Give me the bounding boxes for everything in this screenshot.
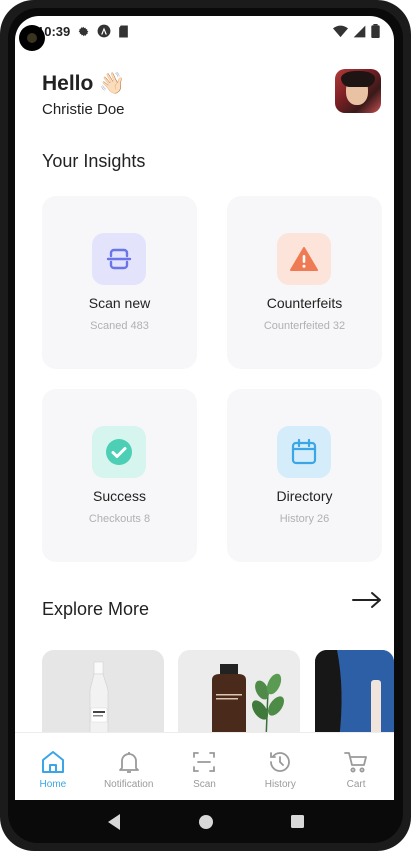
card-title: Success [93,488,146,504]
card-subtitle: Scaned 483 [90,320,149,332]
signal-icon [353,25,366,37]
back-icon[interactable] [106,813,122,831]
wifi-icon [333,25,348,37]
card-counterfeits[interactable]: Counterfeits Counterfeited 32 [227,196,382,369]
recents-icon[interactable] [290,814,305,829]
explore-title: Explore More [42,599,150,619]
nav-scan[interactable]: Scan [169,749,239,790]
nav-cart[interactable]: Cart [321,749,391,790]
nav-label: Cart [346,779,366,790]
cart-icon [344,752,367,773]
calendar-icon [291,438,317,465]
nav-label: History [264,779,296,790]
scan-icon [106,248,132,270]
scan-icon-box [92,233,146,285]
home-button-icon[interactable] [198,814,214,830]
settings-icon [78,26,89,36]
card-subtitle: Counterfeited 32 [263,320,346,332]
card-subtitle: History 26 [279,513,330,525]
battery-icon [371,24,380,38]
app-screen: 10:39 Hello 👋🏻 Christie Doe Your Insight… [15,16,394,800]
card-subtitle: Checkouts 8 [88,513,151,525]
phone-frame: 10:39 Hello 👋🏻 Christie Doe Your Insight… [0,0,411,851]
bell-icon [118,752,139,773]
front-camera [19,25,45,51]
card-title: Scan new [88,295,151,311]
card-title: Counterfeits [266,295,343,311]
status-bar: 10:39 [15,16,394,46]
android-nav-bar [8,800,403,843]
product-card-bottle[interactable] [42,650,164,740]
nav-label: Notification [103,779,154,790]
greeting-text: Hello 👋🏻 [42,72,126,95]
arrow-right-icon[interactable] [351,590,383,610]
brown-bottle-product-image [178,650,300,740]
nav-home[interactable]: Home [18,749,88,790]
app-icon [97,24,111,38]
user-name: Christie Doe [42,101,125,118]
warning-icon-box [277,233,331,285]
home-icon [41,751,64,773]
avatar[interactable] [335,69,381,113]
calendar-icon-box [277,426,331,478]
check-icon-box [92,426,146,478]
bottle-product-image [42,650,164,740]
product-card-amber[interactable] [178,650,300,740]
card-scan-new[interactable]: Scan new Scaned 483 [42,196,197,369]
warning-icon [290,247,318,271]
scan-frame-icon [193,752,216,772]
nav-label: Home [39,779,67,790]
insights-title: Your Insights [42,151,146,171]
blue-product-image [315,650,394,740]
nav-history[interactable]: History [245,749,315,790]
product-card-blue[interactable] [315,650,394,740]
card-success[interactable]: Success Checkouts 8 [42,389,197,562]
sd-card-icon [119,25,129,37]
history-icon [270,752,291,772]
card-title: Directory [276,488,333,504]
nav-label: Scan [193,779,216,790]
bottom-nav: Home Notification Scan History Cart [15,732,394,800]
nav-notification[interactable]: Notification [94,749,164,790]
card-directory[interactable]: Directory History 26 [227,389,382,562]
phone-inner: 10:39 Hello 👋🏻 Christie Doe Your Insight… [8,8,403,843]
check-circle-icon [106,439,132,465]
